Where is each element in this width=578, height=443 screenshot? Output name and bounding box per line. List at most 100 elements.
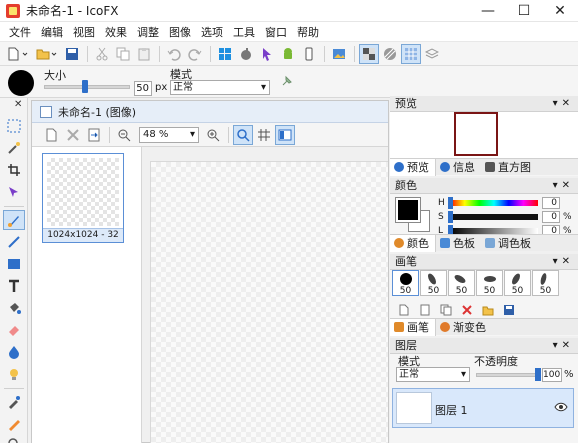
magnifier-icon[interactable] bbox=[233, 124, 253, 145]
menu-adjust[interactable]: 调整 bbox=[132, 24, 164, 40]
import-image-icon[interactable] bbox=[84, 125, 104, 145]
tab-swatches[interactable]: 色板 bbox=[436, 235, 481, 252]
text-icon[interactable] bbox=[3, 276, 25, 296]
windows-icon[interactable] bbox=[215, 44, 235, 64]
panel-controls[interactable]: ▾✕ bbox=[553, 178, 574, 193]
pencil-icon[interactable] bbox=[3, 414, 25, 434]
menu-window[interactable]: 窗口 bbox=[260, 24, 292, 40]
panel-controls[interactable]: ▾✕ bbox=[553, 338, 574, 353]
tab-color[interactable]: 颜色 bbox=[390, 234, 436, 252]
menu-view[interactable]: 视图 bbox=[68, 24, 100, 40]
eyedropper-icon[interactable] bbox=[3, 392, 25, 412]
layer-row[interactable]: 图层 1 bbox=[392, 388, 574, 428]
tab-palette[interactable]: 调色板 bbox=[481, 235, 537, 252]
saturation-slider-thumb[interactable] bbox=[448, 211, 453, 223]
paste-icon[interactable] bbox=[134, 44, 154, 64]
tab-gradient[interactable]: 渐变色 bbox=[436, 319, 492, 336]
menu-file[interactable]: 文件 bbox=[4, 24, 36, 40]
blur-drop-icon[interactable] bbox=[3, 342, 25, 362]
bulb-icon[interactable] bbox=[3, 364, 25, 384]
mode-select[interactable]: 正常 bbox=[170, 80, 270, 95]
opacity-slider-thumb[interactable] bbox=[535, 368, 541, 381]
brush-preset[interactable]: 50 bbox=[420, 270, 447, 296]
marquee-select-icon[interactable] bbox=[3, 116, 25, 136]
tab-histogram[interactable]: 直方图 bbox=[481, 159, 537, 176]
cut-icon[interactable] bbox=[92, 44, 112, 64]
image-thumbnail[interactable]: 1024x1024 - 32 bbox=[42, 153, 124, 243]
tab-info[interactable]: 信息 bbox=[436, 159, 481, 176]
brush-preset[interactable]: 50 bbox=[392, 270, 419, 296]
redo-icon[interactable] bbox=[185, 44, 205, 64]
size-slider-thumb[interactable] bbox=[82, 80, 88, 93]
document-titlebar[interactable]: 未命名-1 (图像) bbox=[32, 101, 388, 123]
menu-image[interactable]: 图像 bbox=[164, 24, 196, 40]
tab-preview[interactable]: 预览 bbox=[390, 158, 436, 176]
stripes-icon[interactable] bbox=[380, 44, 400, 64]
new-brush-icon[interactable] bbox=[394, 300, 414, 320]
brush-preset[interactable]: 50 bbox=[504, 270, 531, 296]
menu-edit[interactable]: 编辑 bbox=[36, 24, 68, 40]
menu-tools[interactable]: 工具 bbox=[228, 24, 260, 40]
duplicate-brush-icon[interactable] bbox=[436, 300, 456, 320]
panel-controls[interactable]: ▾✕ bbox=[553, 96, 574, 111]
move-icon[interactable] bbox=[3, 182, 25, 202]
crop-icon[interactable] bbox=[3, 160, 25, 180]
saturation-input[interactable]: 0 bbox=[542, 211, 560, 223]
brush-preset[interactable]: 50 bbox=[476, 270, 503, 296]
delete-image-icon[interactable] bbox=[63, 125, 83, 145]
grid-toggle-icon[interactable] bbox=[254, 125, 274, 145]
new-image-icon[interactable] bbox=[42, 125, 62, 145]
fill-bucket-icon[interactable] bbox=[3, 298, 25, 318]
new-file-icon[interactable] bbox=[4, 44, 32, 64]
open-folder-icon[interactable] bbox=[33, 44, 61, 64]
menu-help[interactable]: 帮助 bbox=[292, 24, 324, 40]
cursor-icon[interactable] bbox=[257, 44, 277, 64]
tab-brush[interactable]: 画笔 bbox=[390, 318, 436, 336]
size-input[interactable]: 50 bbox=[134, 81, 152, 96]
magic-wand-icon[interactable] bbox=[3, 138, 25, 158]
zoom-out-icon[interactable] bbox=[114, 125, 134, 145]
rectangle-icon[interactable] bbox=[3, 254, 25, 274]
hue-slider[interactable] bbox=[448, 197, 538, 209]
line-icon[interactable] bbox=[3, 232, 25, 252]
zoom-select[interactable]: 48 % bbox=[139, 126, 199, 143]
save-icon[interactable] bbox=[499, 300, 519, 320]
brush-settings-icon[interactable] bbox=[415, 300, 435, 320]
delete-brush-icon[interactable] bbox=[457, 300, 477, 320]
android-icon[interactable] bbox=[278, 44, 298, 64]
photo-icon[interactable] bbox=[329, 44, 349, 64]
save-icon[interactable] bbox=[62, 44, 82, 64]
drawing-canvas[interactable] bbox=[150, 161, 388, 443]
menu-effects[interactable]: 效果 bbox=[100, 24, 132, 40]
apple-icon[interactable] bbox=[236, 44, 256, 64]
eye-icon[interactable] bbox=[554, 402, 568, 415]
foreground-color-swatch[interactable] bbox=[395, 197, 421, 223]
copy-icon[interactable] bbox=[113, 44, 133, 64]
hue-input[interactable]: 0 bbox=[542, 197, 560, 209]
opacity-input[interactable]: 100 bbox=[542, 368, 562, 382]
grid-icon[interactable] bbox=[401, 43, 421, 64]
open-folder-icon[interactable] bbox=[478, 300, 498, 320]
maximize-button[interactable]: ☐ bbox=[506, 0, 542, 22]
hue-slider-thumb[interactable] bbox=[448, 197, 453, 209]
brush-tool-icon[interactable] bbox=[3, 210, 25, 230]
layers-icon[interactable] bbox=[422, 44, 442, 64]
zoom-in-icon[interactable] bbox=[203, 125, 223, 145]
eraser-icon[interactable] bbox=[3, 320, 25, 340]
checkerboard-icon[interactable] bbox=[359, 43, 379, 64]
opacity-slider[interactable] bbox=[476, 373, 540, 377]
brush-preset[interactable]: 50 bbox=[448, 270, 475, 296]
menu-options[interactable]: 选项 bbox=[196, 24, 228, 40]
brush-preset[interactable]: 50 bbox=[532, 270, 559, 296]
panel-controls[interactable]: ▾✕ bbox=[553, 254, 574, 269]
layer-mode-select[interactable]: 正常 ▾ bbox=[396, 367, 470, 382]
zoom-tool-icon[interactable] bbox=[3, 434, 25, 443]
close-icon[interactable]: ✕ bbox=[14, 99, 22, 110]
pin-icon[interactable] bbox=[280, 74, 294, 91]
panel-toggle-icon[interactable] bbox=[275, 124, 295, 145]
undo-icon[interactable] bbox=[164, 44, 184, 64]
close-button[interactable]: ✕ bbox=[542, 0, 578, 22]
mobile-icon[interactable] bbox=[299, 44, 319, 64]
saturation-slider[interactable] bbox=[448, 211, 538, 223]
minimize-button[interactable]: — bbox=[470, 0, 506, 22]
